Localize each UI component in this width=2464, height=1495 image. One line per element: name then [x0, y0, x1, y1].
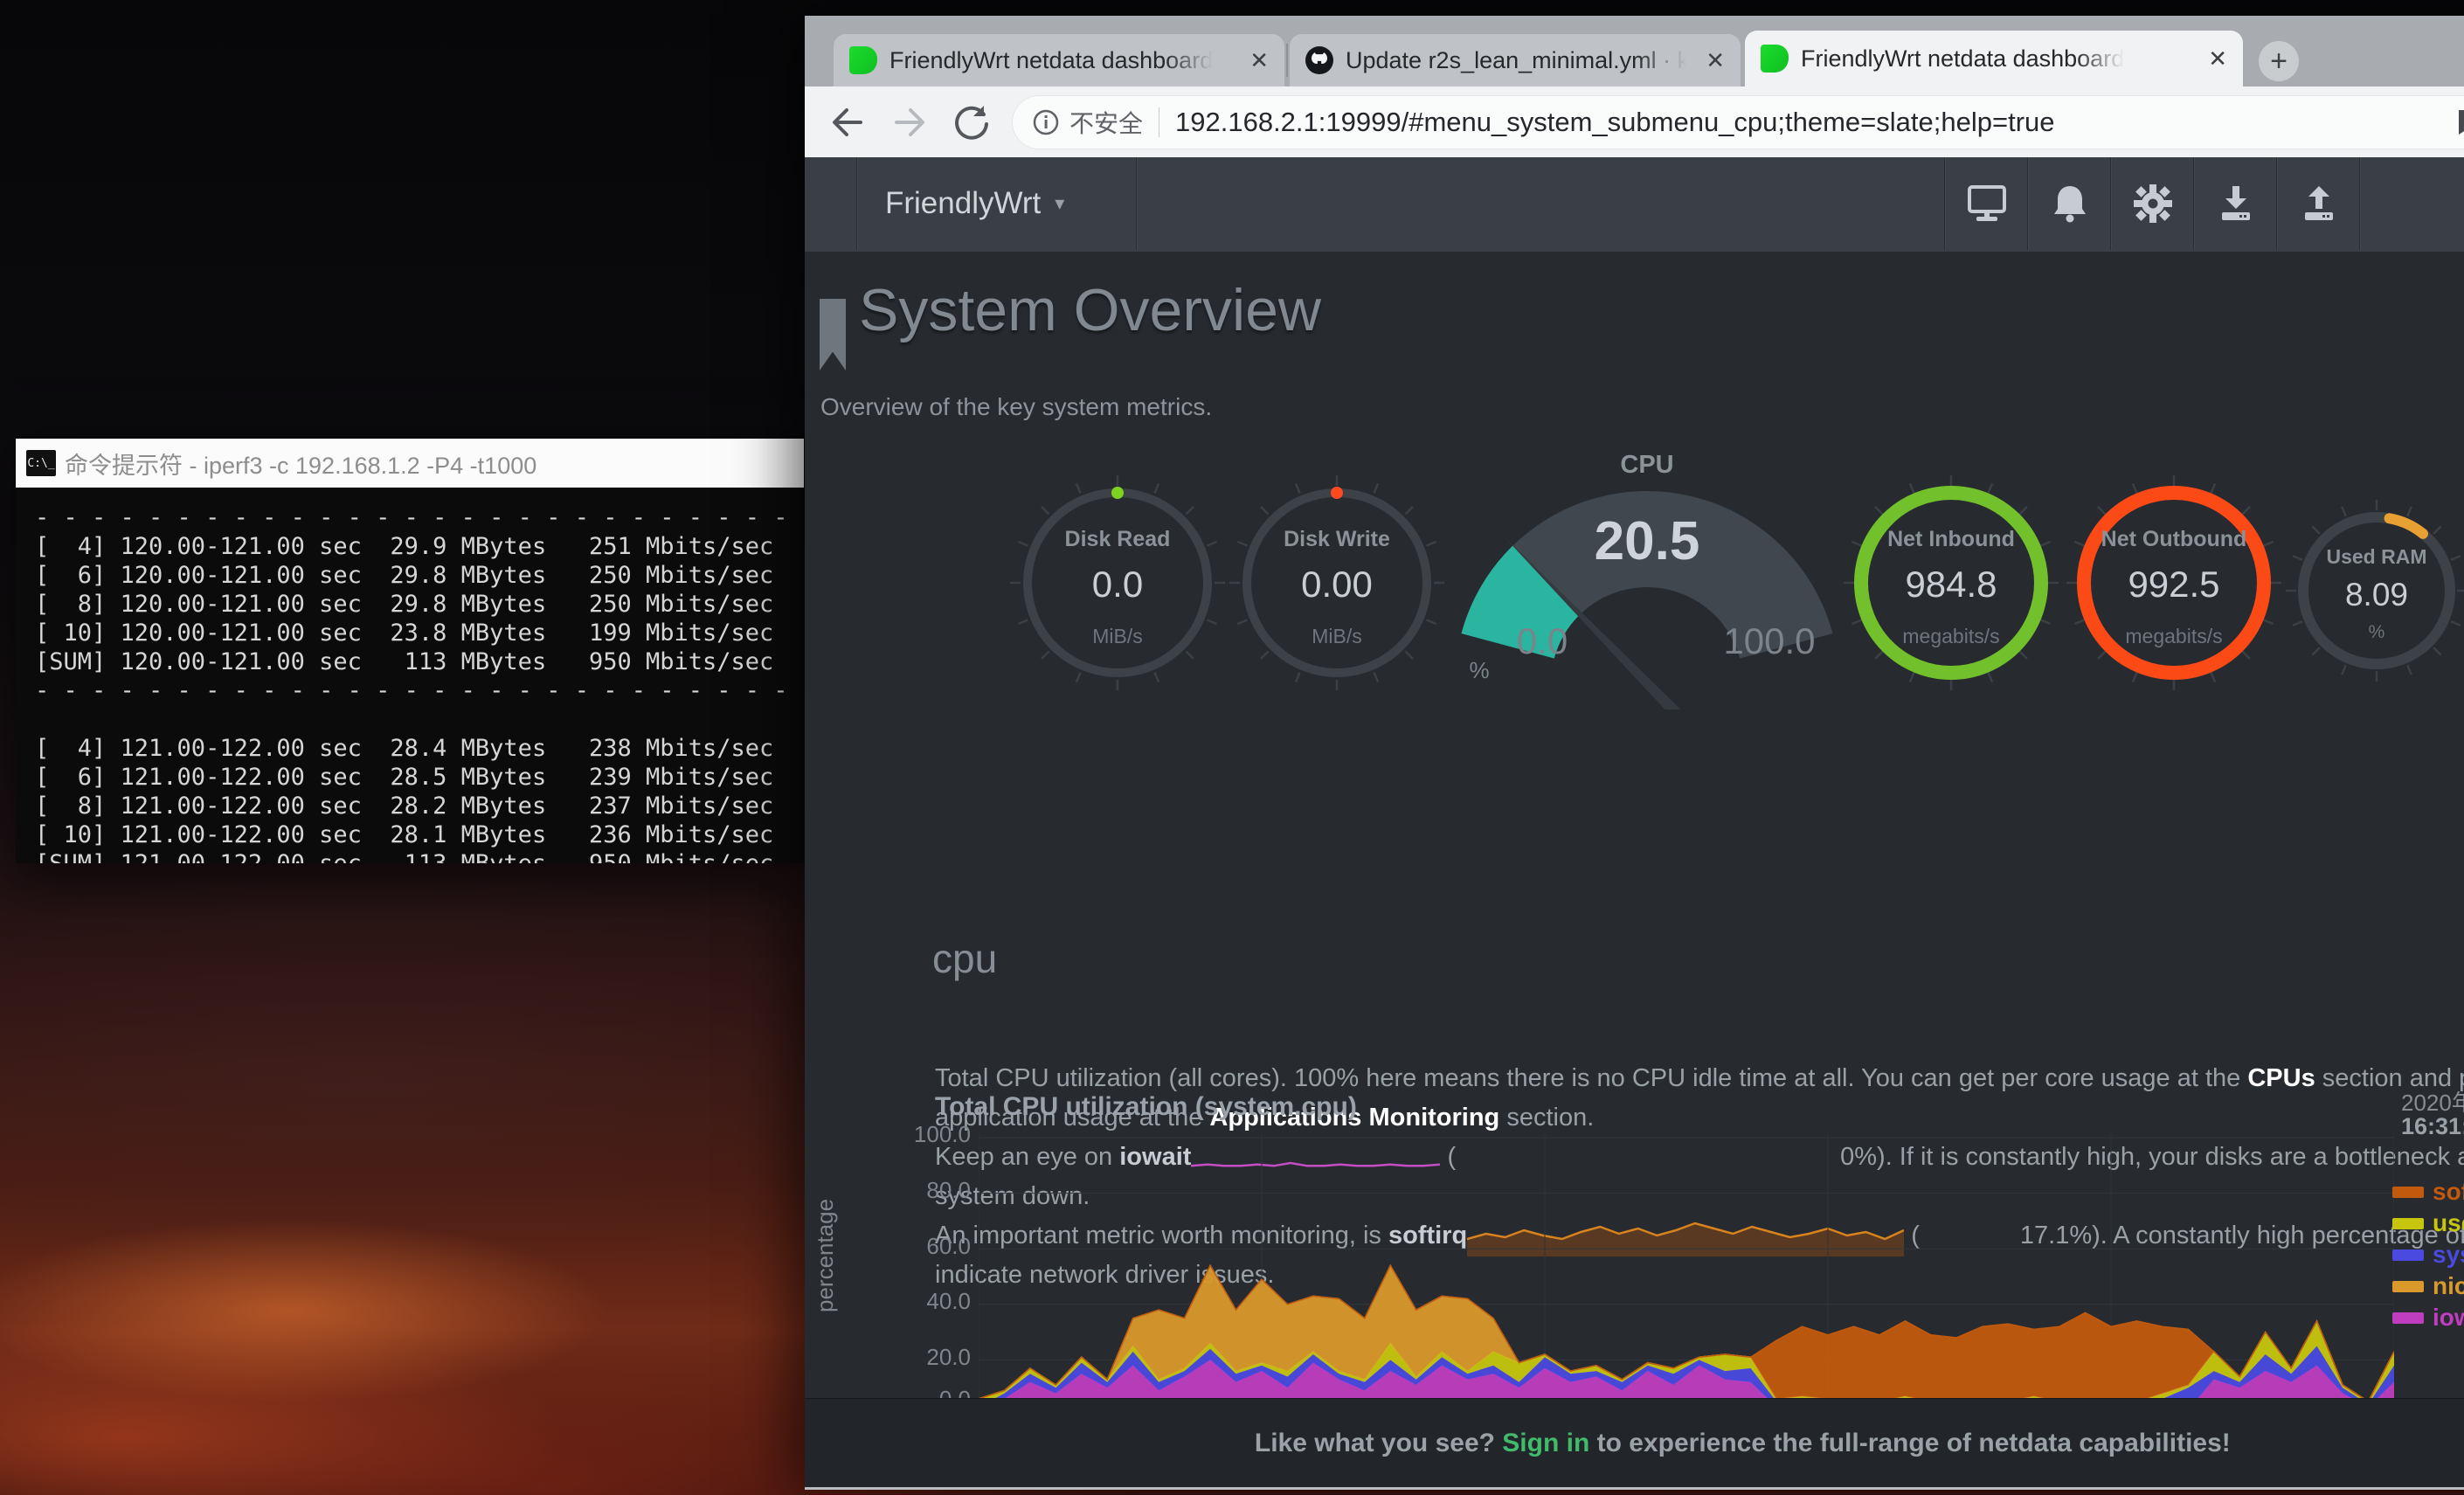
y-tick: 100.0	[892, 1121, 971, 1148]
close-icon[interactable]: ✕	[1706, 49, 1725, 72]
nodes-view-button[interactable]	[1944, 157, 2028, 250]
gauge-used-ram[interactable]: Used RAM 8.09 %	[2281, 495, 2464, 687]
cpu-utilization-chart[interactable]	[979, 1134, 2394, 1398]
terminal-line: [ 10] 120.00-121.00 sec 23.8 MBytes 199 …	[35, 619, 804, 647]
tab-title: Update r2s_lean_minimal.yml · k	[1346, 47, 1686, 74]
desktop-background: C:\_ 命令提示符 - iperf3 -c 192.168.1.2 -P4 -…	[0, 0, 2464, 1495]
bell-icon	[2051, 183, 2089, 225]
terminal-output: - - - - - - - - - - - - - - - - - - - - …	[16, 488, 804, 863]
legend-item[interactable]: softirq	[2392, 1178, 2464, 1204]
url-text[interactable]: 192.168.2.1:19999/#menu_system_submenu_c…	[1175, 107, 2055, 138]
navbar-divider	[1136, 157, 1137, 250]
gauge-disk-read[interactable]: Disk Read 0.0 MiB/s	[1004, 469, 1231, 696]
netdata-navbar: FriendlyWrt ▾	[805, 157, 2464, 253]
import-icon	[2215, 183, 2257, 225]
terminal-title: 命令提示符 - iperf3 -c 192.168.1.2 -P4 -t1000	[65, 446, 536, 481]
reload-icon[interactable]	[952, 102, 992, 142]
y-tick: 80.0	[892, 1177, 971, 1204]
gauge-net-outbound[interactable]: Net Outbound 992.5 megabits/s	[2060, 469, 2288, 696]
bookmark-icon[interactable]	[2459, 110, 2464, 135]
hostname-dropdown[interactable]: FriendlyWrt ▾	[885, 157, 1064, 250]
legend-swatch	[2392, 1281, 2424, 1292]
export-snapshot-button[interactable]	[2276, 157, 2360, 250]
forward-icon[interactable]	[889, 102, 930, 142]
terminal-window[interactable]: C:\_ 命令提示符 - iperf3 -c 192.168.1.2 -P4 -…	[16, 439, 804, 863]
terminal-line: [ 10] 121.00-122.00 sec 28.1 MBytes 236 …	[35, 820, 804, 849]
y-tick: 40.0	[892, 1288, 971, 1315]
signin-banner: Like what you see? Sign in to experience…	[805, 1398, 2464, 1488]
terminal-titlebar[interactable]: C:\_ 命令提示符 - iperf3 -c 192.168.1.2 -P4 -…	[16, 439, 804, 488]
legend-swatch	[2392, 1312, 2424, 1324]
terminal-line: - - - - - - - - - - - - - - - - - - - - …	[35, 503, 804, 532]
y-tick: 0.0	[892, 1386, 971, 1398]
import-snapshot-button[interactable]	[2193, 157, 2277, 250]
legend-item[interactable]: system	[2392, 1241, 2464, 1267]
y-tick: 20.0	[892, 1344, 971, 1371]
terminal-line: [SUM] 120.00-121.00 sec 113 MBytes 950 M…	[35, 647, 804, 676]
terminal-line: [ 6] 120.00-121.00 sec 29.8 MBytes 250 M…	[35, 561, 804, 590]
monitor-icon	[1964, 183, 2010, 224]
legend-swatch	[2392, 1187, 2424, 1198]
alarms-button[interactable]	[2027, 157, 2111, 250]
browser-window[interactable]: FriendlyWrt netdata dashboard ✕ Update r…	[805, 16, 2464, 1487]
gauge-disk-write[interactable]: Disk Write 0.00 MiB/s	[1223, 469, 1450, 696]
browser-bottom-edge	[805, 1487, 2464, 1490]
url-bar[interactable]: 不安全 192.168.2.1:19999/#menu_system_subme…	[1012, 95, 2464, 149]
gear-icon	[2132, 183, 2174, 225]
terminal-line	[35, 705, 804, 734]
security-label: 不安全	[1069, 105, 1143, 140]
hostname-label: FriendlyWrt	[885, 186, 1041, 221]
navbar-divider	[856, 157, 857, 250]
netdata-icon	[1761, 45, 1789, 73]
tab-netdata-active[interactable]: FriendlyWrt netdata dashboard ✕	[1745, 31, 2243, 87]
y-tick: 60.0	[892, 1233, 971, 1260]
terminal-line: - - - - - - - - - - - - - - - - - - - - …	[35, 676, 804, 705]
settings-button[interactable]	[2110, 157, 2194, 250]
navbar-divider	[2359, 157, 2360, 250]
export-icon	[2298, 183, 2340, 225]
y-axis-label: percentage	[812, 1199, 839, 1312]
github-icon	[1305, 46, 1333, 74]
legend-item[interactable]: iowait	[2392, 1304, 2464, 1330]
chevron-down-icon: ▾	[1055, 192, 1064, 215]
netdata-page: System Overview Overview of the key syst…	[805, 252, 2464, 1398]
terminal-line: [ 4] 121.00-122.00 sec 28.4 MBytes 238 M…	[35, 734, 804, 763]
terminal-line: [ 8] 121.00-122.00 sec 28.2 MBytes 237 M…	[35, 792, 804, 820]
legend-item[interactable]: user	[2392, 1209, 2464, 1235]
chart-time: 16:31:2	[2401, 1113, 2464, 1140]
cmd-icon: C:\_	[26, 450, 56, 476]
new-tab-button[interactable]: +	[2259, 41, 2299, 81]
back-icon[interactable]	[827, 102, 868, 142]
legend-item[interactable]: nice	[2392, 1272, 2464, 1298]
signin-link[interactable]: Sign in	[1502, 1429, 1589, 1457]
page-subtitle: Overview of the key system metrics.	[820, 393, 1212, 421]
section-title-cpu: cpu	[932, 935, 997, 982]
close-icon[interactable]: ✕	[1249, 49, 1269, 72]
terminal-line: [ 8] 120.00-121.00 sec 29.8 MBytes 250 M…	[35, 590, 804, 619]
close-icon[interactable]: ✕	[2208, 47, 2227, 70]
terminal-line: [SUM] 121.00-122.00 sec 113 MBytes 950 M…	[35, 849, 804, 863]
tab-divider	[1286, 44, 1288, 77]
terminal-line: [ 6] 121.00-122.00 sec 28.5 MBytes 239 M…	[35, 763, 804, 792]
page-title: System Overview	[859, 276, 1321, 344]
signin-prefix: Like what you see?	[1255, 1429, 1502, 1457]
chart-title: Total CPU utilization (system.cpu)	[935, 1092, 1357, 1122]
legend-swatch	[2392, 1249, 2424, 1261]
terminal-line: [ 4] 120.00-121.00 sec 29.9 MBytes 251 M…	[35, 532, 804, 561]
browser-toolbar: 不安全 192.168.2.1:19999/#menu_system_subme…	[805, 87, 2464, 157]
netdata-icon	[849, 46, 877, 74]
bookmark-ribbon-icon	[820, 299, 846, 370]
tab-github[interactable]: Update r2s_lean_minimal.yml · k ✕	[1290, 34, 1741, 87]
tab-title: FriendlyWrt netdata dashboard	[1801, 45, 2124, 73]
info-icon[interactable]	[1031, 107, 1061, 137]
gauge-net-inbound[interactable]: Net Inbound 984.8 megabits/s	[1838, 469, 2065, 696]
legend-swatch	[2392, 1218, 2424, 1229]
signin-suffix: to experience the full-range of netdata …	[1589, 1429, 2231, 1457]
tab-strip: FriendlyWrt netdata dashboard ✕ Update r…	[805, 16, 2464, 87]
tab-title: FriendlyWrt netdata dashboard	[889, 47, 1213, 74]
gauge-cpu[interactable]: CPU 20.5 0.0 100.0 %	[1420, 447, 1874, 709]
tab-netdata-1[interactable]: FriendlyWrt netdata dashboard ✕	[834, 34, 1284, 87]
